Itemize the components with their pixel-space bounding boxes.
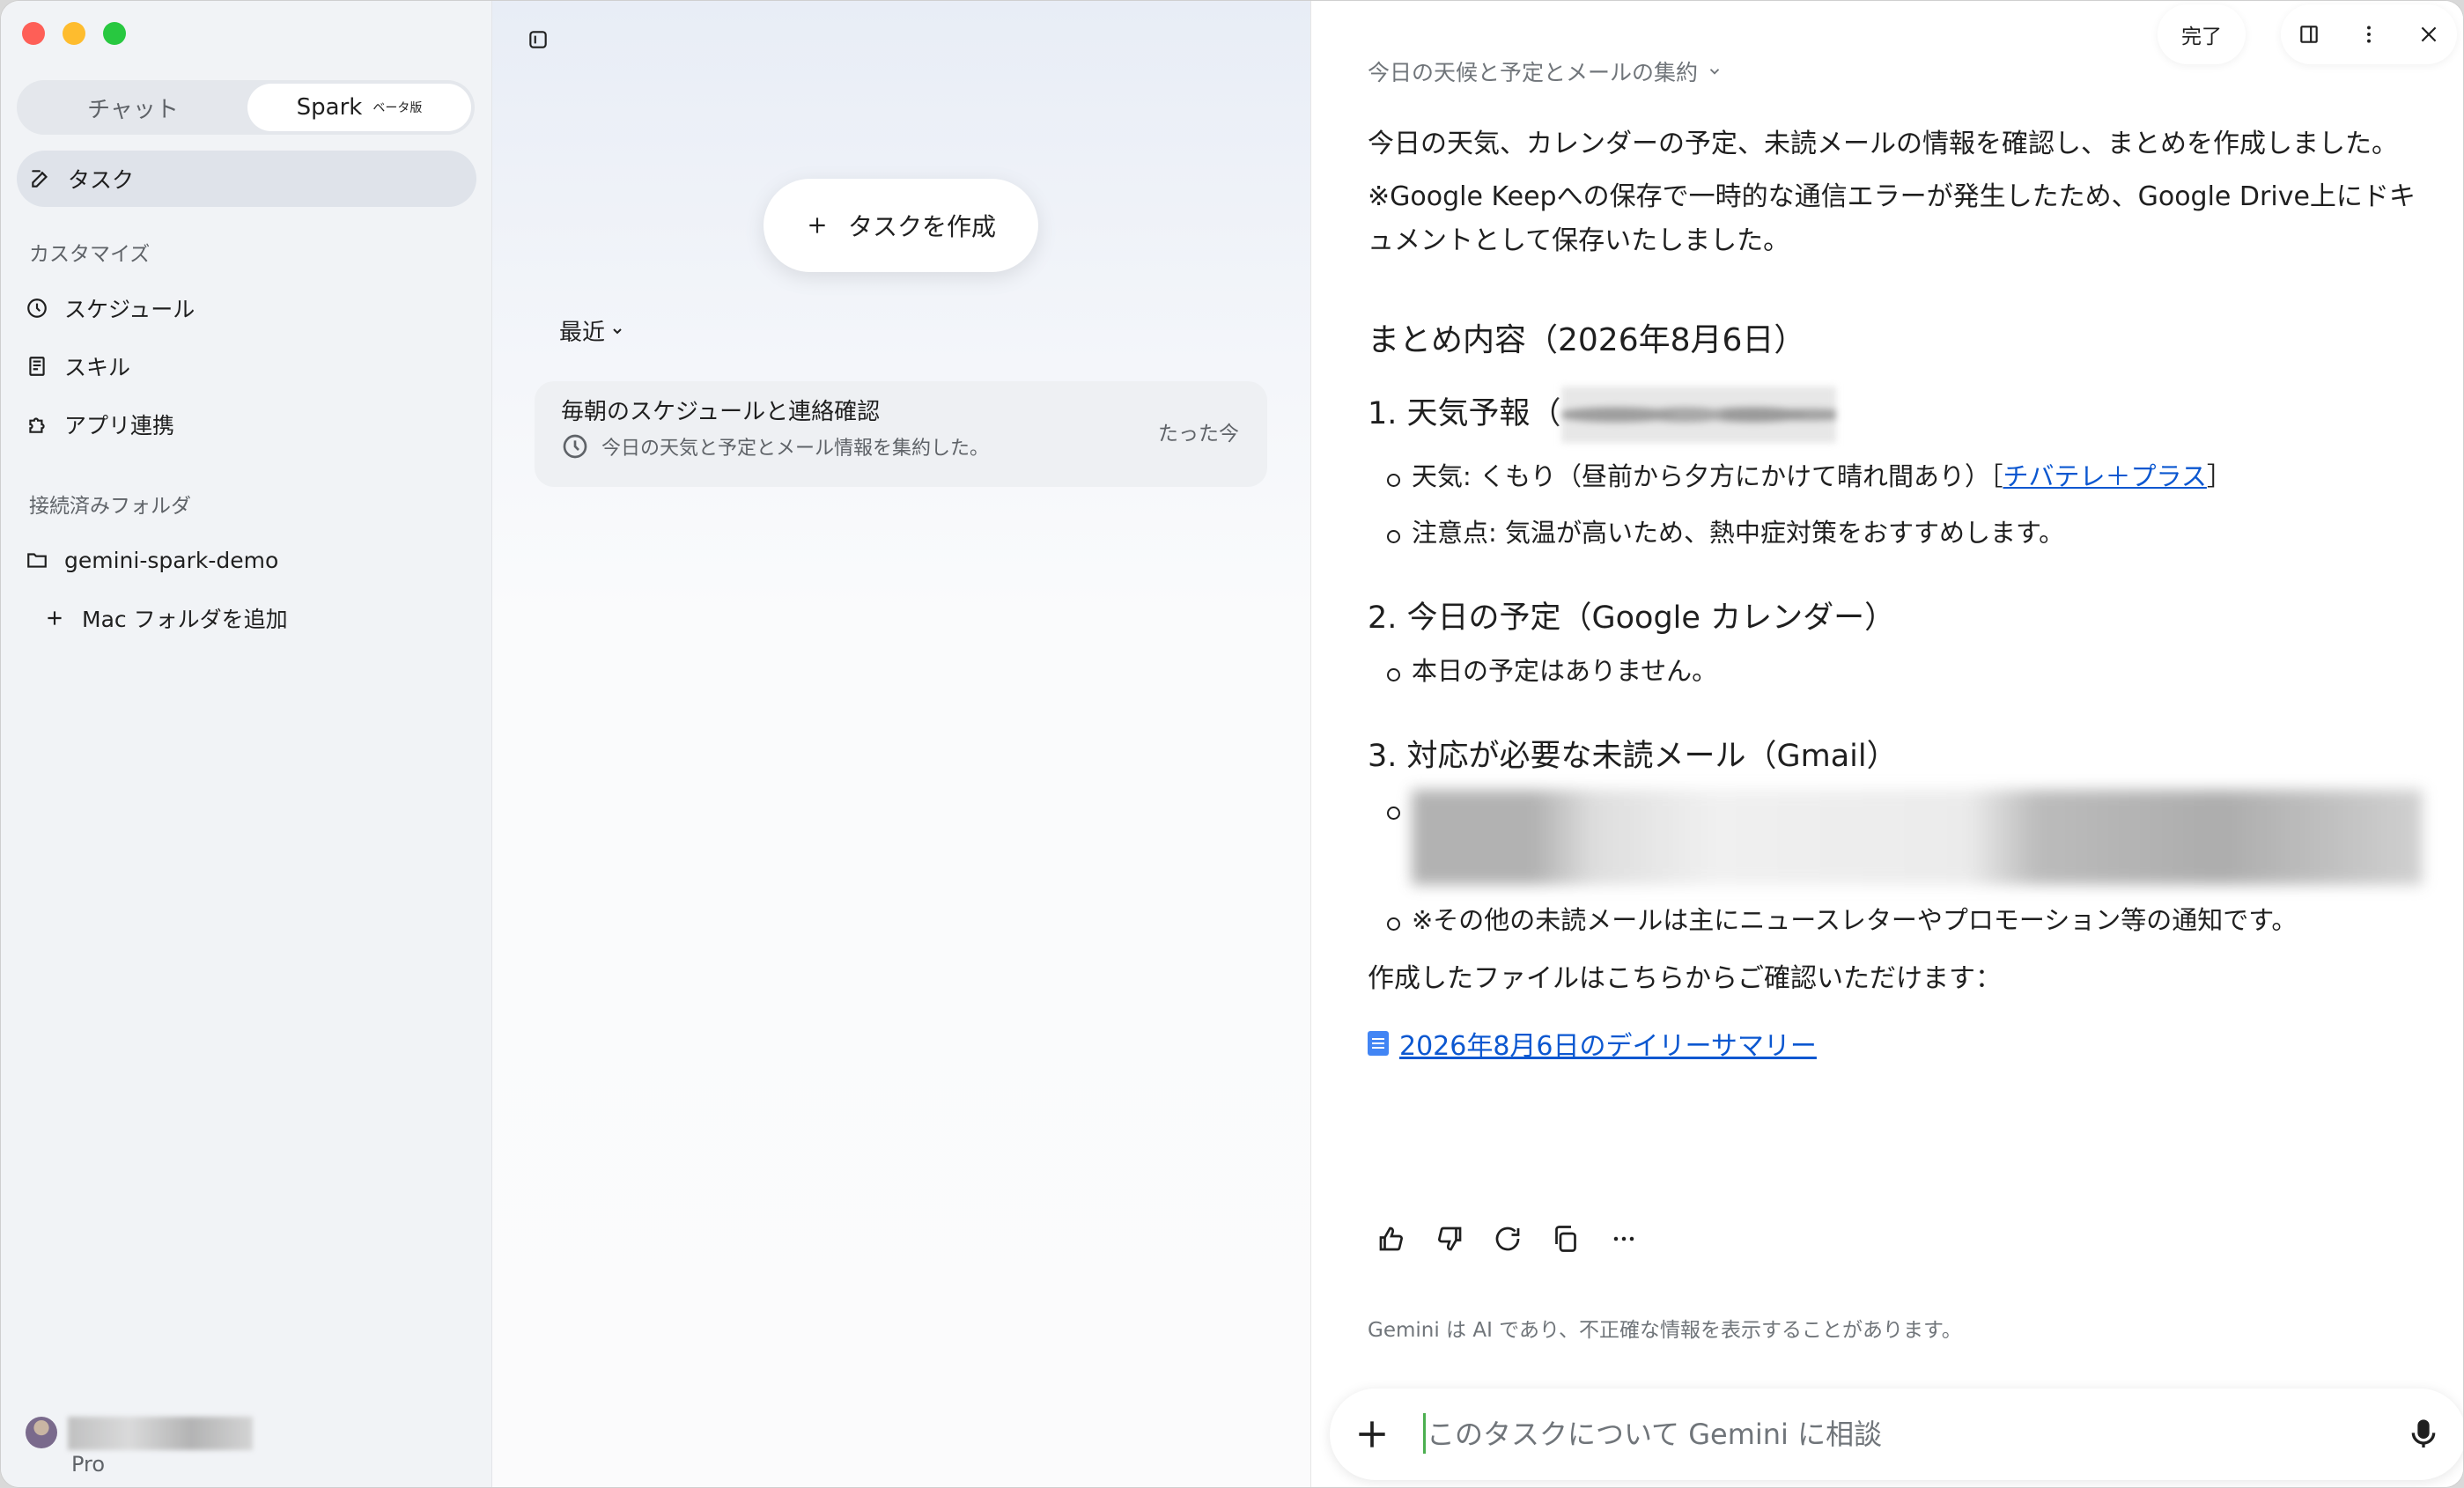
microphone-icon[interactable] xyxy=(2406,1417,2441,1452)
task-card[interactable]: 毎朝のスケジュールと連絡確認 今日の天気と予定とメール情報を集約した。 たった今 xyxy=(535,381,1267,487)
customize-section-label: カスタマイズ xyxy=(29,243,151,266)
redacted-email-item xyxy=(1412,790,2423,885)
attach-plus-icon[interactable] xyxy=(1353,1415,1391,1454)
text-caret xyxy=(1423,1413,1426,1454)
zoom-window-button[interactable] xyxy=(103,22,126,45)
tab-spark-label: Spark xyxy=(296,94,363,121)
task-subtitle-row: 今日の天気と予定とメール情報を集約した。 xyxy=(561,432,989,460)
sidebar-item-label: スケジュール xyxy=(64,297,195,322)
chevron-down-icon xyxy=(1707,63,1723,79)
task-title: 毎朝のスケジュールと連絡確認 xyxy=(561,399,881,425)
thumbs-down-icon[interactable] xyxy=(1434,1223,1465,1255)
sidebar-item-app-integrations[interactable]: アプリ連携 xyxy=(26,402,174,446)
tab-chat-label: チャット xyxy=(87,96,179,123)
sidebar: チャット Spark ベータ版 タスク カスタマイズ スケジュール スキル アプ… xyxy=(1,1,492,1487)
side-panel-icon[interactable] xyxy=(2298,23,2320,46)
folder-name: gemini-spark-demo xyxy=(64,547,279,573)
daily-summary-link[interactable]: 2026年8月6日のデイリーサマリー xyxy=(1399,1024,1817,1063)
plus-icon xyxy=(806,214,829,237)
weather-heading: 1. 天気予報（ xyxy=(1368,387,2424,443)
response-actions xyxy=(1376,1223,1640,1255)
list-item xyxy=(1368,790,2424,885)
sidebar-item-folder[interactable]: gemini-spark-demo xyxy=(26,538,278,582)
list-item: 本日の予定はありません。 xyxy=(1368,652,2424,690)
weather-text: 天気: くもり（昼前から夕方にかけて晴れ間あり）［ xyxy=(1412,461,2003,491)
minimize-window-button[interactable] xyxy=(63,22,85,45)
user-plan: Pro xyxy=(71,1452,106,1477)
task-breadcrumb[interactable]: 今日の天候と予定とメールの集約 xyxy=(1368,55,1723,87)
add-folder-button[interactable]: Mac フォルダを追加 xyxy=(43,596,288,640)
redacted-location xyxy=(1560,387,1836,443)
copy-icon[interactable] xyxy=(1550,1223,1582,1255)
clock-icon xyxy=(26,297,48,320)
panel-controls xyxy=(2281,4,2457,64)
sidebar-item-task[interactable]: タスク xyxy=(17,151,476,207)
sidebar-item-label: アプリ連携 xyxy=(64,413,175,438)
weather-source-link[interactable]: チバテレ＋プラス xyxy=(2003,461,2207,491)
ai-disclaimer: Gemini は AI であり、不正確な情報を表示することがあります。 xyxy=(1368,1319,1962,1342)
sidebar-item-skills[interactable]: スキル xyxy=(26,344,130,388)
weather-heading-text: 1. 天気予報（ xyxy=(1368,396,1561,431)
clock-icon xyxy=(561,432,589,460)
sidebar-item-label: タスク xyxy=(68,167,135,193)
window-controls xyxy=(22,22,126,45)
breadcrumb-title: 今日の天候と予定とメールの集約 xyxy=(1368,60,1699,85)
connected-folders-label: 接続済みフォルダ xyxy=(29,495,191,518)
calendar-heading: 2. 今日の予定（Google カレンダー） xyxy=(1368,600,1896,636)
caution-text: 注意点: 気温が高いため、熱中症対策をおすすめします。 xyxy=(1412,518,2065,548)
puzzle-icon xyxy=(26,413,48,436)
app-window: チャット Spark ベータ版 タスク カスタマイズ スケジュール スキル アプ… xyxy=(0,0,2464,1488)
file-link-row: 2026年8月6日のデイリーサマリー xyxy=(1368,1024,2424,1063)
file-prompt-text: 作成したファイルはこちらからご確認いただけます： xyxy=(1368,963,2002,994)
composer xyxy=(1330,1389,2463,1480)
book-icon xyxy=(26,355,48,378)
more-horizontal-icon[interactable] xyxy=(1608,1223,1640,1255)
response-content: 今日の天気、カレンダーの予定、未読メールの情報を確認し、まとめを作成しました。 … xyxy=(1368,122,2424,1063)
folder-icon xyxy=(26,549,48,571)
weather-suffix: ］ xyxy=(2206,461,2232,491)
list-item: ※その他の未読メールは主にニュースレターやプロモーション等の通知です。 xyxy=(1368,901,2424,939)
task-timestamp: たった今 xyxy=(1158,423,1239,446)
user-profile[interactable]: Pro xyxy=(26,1417,253,1477)
beta-badge: ベータ版 xyxy=(373,101,423,115)
summary-heading: まとめ内容（2026年8月6日） xyxy=(1368,322,1806,358)
user-name-redacted xyxy=(68,1417,253,1450)
list-item: 天気: くもり（昼前から夕方にかけて晴れ間あり）［チバテレ＋プラス］ xyxy=(1368,457,2424,496)
sidebar-item-label: スキル xyxy=(64,355,131,380)
tab-chat[interactable]: チャット xyxy=(20,84,246,131)
thumbs-up-icon[interactable] xyxy=(1376,1223,1407,1255)
done-label: 完了 xyxy=(2181,26,2222,48)
tab-spark[interactable]: Spark ベータ版 xyxy=(247,84,471,131)
plus-icon xyxy=(43,607,66,630)
recent-filter-dropdown[interactable]: 最近 xyxy=(559,314,624,347)
intro-text: 今日の天気、カレンダーの予定、未読メールの情報を確認し、まとめを作成しました。 xyxy=(1368,129,2398,159)
email-heading: 3. 対応が必要な未読メール（Gmail） xyxy=(1368,739,1898,774)
prompt-input[interactable] xyxy=(1427,1408,2342,1461)
sidebar-item-schedule[interactable]: スケジュール xyxy=(26,286,195,330)
regenerate-icon[interactable] xyxy=(1492,1223,1523,1255)
other-emails-text: ※その他の未読メールは主にニュースレターやプロモーション等の通知です。 xyxy=(1412,905,2298,935)
task-list-panel: タスクを作成 最近 毎朝のスケジュールと連絡確認 今日の天気と予定とメール情報を… xyxy=(492,1,1311,1487)
sidebar-toggle-icon xyxy=(527,28,550,51)
create-task-label: タスクを作成 xyxy=(847,212,996,241)
calendar-item-text: 本日の予定はありません。 xyxy=(1412,656,1718,686)
done-button[interactable]: 完了 xyxy=(2158,4,2246,64)
close-window-button[interactable] xyxy=(22,22,45,45)
edit-icon xyxy=(29,167,52,190)
more-vertical-icon[interactable] xyxy=(2357,23,2380,46)
toggle-sidebar-button[interactable] xyxy=(519,20,557,59)
create-task-button[interactable]: タスクを作成 xyxy=(764,179,1038,272)
task-subtitle: 今日の天気と予定とメール情報を集約した。 xyxy=(601,438,990,460)
chevron-down-icon xyxy=(610,324,624,338)
mode-switcher: チャット Spark ベータ版 xyxy=(17,80,475,135)
close-icon[interactable] xyxy=(2417,23,2440,46)
document-icon xyxy=(1368,1031,1389,1056)
avatar xyxy=(26,1417,57,1448)
add-folder-label: Mac フォルダを追加 xyxy=(82,607,288,632)
task-detail-panel: 完了 今日の天候と予定とメールの集約 今日の天気、カレンダーの予定、未読メールの… xyxy=(1312,1,2463,1487)
recent-label: 最近 xyxy=(559,320,606,346)
list-item: 注意点: 気温が高いため、熱中症対策をおすすめします。 xyxy=(1368,513,2424,552)
note-text: ※Google Keepへの保存で一時的な通信エラーが発生したため、Google… xyxy=(1368,181,2416,256)
